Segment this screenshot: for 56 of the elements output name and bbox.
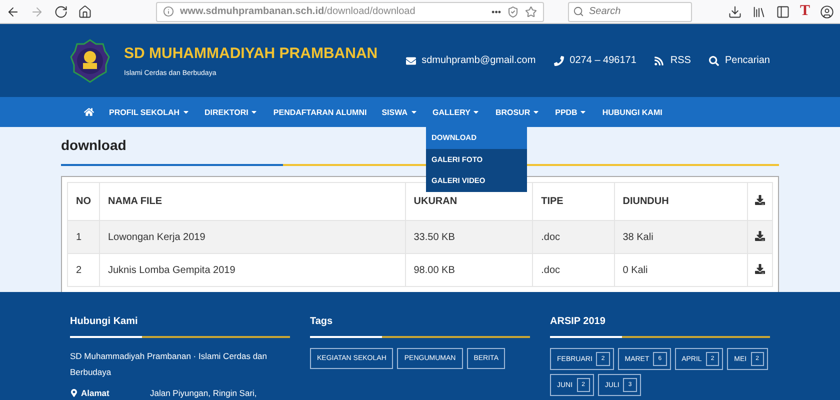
footer-heading: Tags — [310, 316, 334, 327]
nav-item[interactable]: BROSUR — [495, 97, 540, 127]
address-label: Alamat — [70, 388, 150, 398]
footer-heading: Hubungi Kami — [70, 316, 139, 327]
phone-number: 0274 – 496171 — [554, 55, 636, 66]
email-link[interactable]: sdmuhpramb@gmail.com — [406, 55, 536, 66]
table-cell: 2 — [68, 254, 100, 286]
map-pin-icon — [70, 389, 78, 397]
download-icon[interactable] — [728, 4, 742, 18]
mail-icon — [406, 56, 416, 66]
download-icon[interactable] — [755, 230, 766, 240]
download-icon[interactable] — [755, 264, 766, 274]
table-cell: 38 Kali — [614, 220, 748, 254]
library-icon[interactable] — [752, 4, 766, 18]
school-description: SD Muhammadiyah Prambanan · Islami Cerdas dan Berbudaya — [70, 350, 268, 379]
nav-item[interactable]: SISWA — [382, 97, 418, 127]
shield-icon[interactable] — [507, 6, 519, 18]
table-cell: 98.00 KB — [405, 254, 533, 286]
column-header: NAMA FILE — [100, 182, 406, 220]
site-title: SD MUHAMMADIYAH PRAMBANAN — [124, 44, 378, 62]
nav-item[interactable]: PPDB — [555, 97, 588, 127]
info-icon[interactable] — [163, 6, 174, 17]
more-menu[interactable]: ••• — [492, 6, 501, 16]
home-icon[interactable] — [78, 4, 92, 18]
column-header: NO — [68, 182, 100, 220]
table-cell: Lowongan Kerja 2019 — [100, 220, 406, 254]
url-text: www.sdmuhprambanan.sch.id/download/download — [180, 6, 416, 17]
table-cell: 1 — [68, 220, 100, 254]
search-link[interactable]: Pencarian — [708, 55, 770, 66]
account-icon[interactable] — [820, 4, 834, 18]
download-icon — [755, 195, 766, 205]
address-text: Jalan Piyungan, Ringin Sari, — [150, 388, 257, 398]
table-cell: 0 Kali — [614, 254, 748, 286]
nav-item[interactable]: PROFIL SEKOLAH — [109, 97, 190, 127]
phone-icon — [554, 56, 564, 66]
home-icon[interactable] — [84, 107, 94, 117]
page-title: download — [61, 137, 126, 153]
star-icon[interactable] — [525, 6, 537, 18]
table-cell: 33.50 KB — [405, 220, 533, 254]
nav-item[interactable]: HUBUNGI KAMI — [602, 97, 662, 127]
extension-button[interactable]: T — [800, 3, 810, 20]
rss-icon — [654, 56, 664, 66]
nav-item[interactable]: PENDAFTARAN ALUMNI — [273, 97, 367, 127]
reload-icon[interactable] — [54, 4, 68, 18]
table-cell: .doc — [532, 220, 614, 254]
sidebar-icon[interactable] — [776, 4, 790, 18]
footer-heading: ARSIP 2019 — [550, 316, 606, 327]
rss-link[interactable]: RSS — [654, 55, 691, 66]
school-logo — [70, 38, 110, 82]
table-cell: .doc — [532, 254, 614, 286]
back-icon[interactable] — [6, 4, 20, 18]
nav-item[interactable]: DIREKTORI — [204, 97, 258, 127]
table-cell: Juknis Lomba Gempita 2019 — [100, 254, 406, 286]
search-icon — [708, 56, 719, 66]
search-field[interactable]: Search — [568, 2, 692, 22]
address-bar[interactable]: www.sdmuhprambanan.sch.id/download/download ••• — [156, 2, 544, 22]
